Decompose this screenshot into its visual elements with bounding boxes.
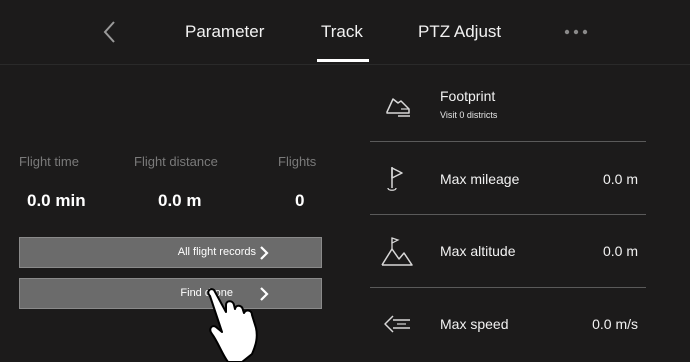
flight-time-value: 0.0 min	[27, 191, 86, 210]
tab-parameter[interactable]: Parameter	[185, 22, 264, 42]
tab-ptz-adjust[interactable]: PTZ Adjust	[418, 22, 501, 42]
footprint-subtitle: Visit 0 districts	[440, 110, 498, 120]
chevron-left-icon[interactable]	[100, 19, 118, 45]
max-speed-row[interactable]: Max speed 0.0 m/s	[370, 288, 646, 362]
max-altitude-label: Max altitude	[440, 243, 516, 259]
flight-distance-label: Flight distance	[134, 154, 218, 169]
top-navigation: Parameter Track PTZ Adjust	[0, 0, 690, 64]
max-altitude-row[interactable]: Max altitude 0.0 m	[370, 215, 646, 287]
max-mileage-value: 0.0 m	[602, 171, 638, 187]
all-flight-records-label: All flight records	[177, 246, 256, 258]
mountain-icon	[381, 237, 413, 266]
find-drone-button[interactable]: Find drone	[19, 278, 322, 309]
max-altitude-value: 0.0 m	[602, 243, 638, 259]
flight-time-label: Flight time	[19, 154, 79, 169]
flight-distance-value: 0.0 m	[158, 191, 202, 210]
chevron-right-icon	[260, 246, 269, 260]
footprint-row[interactable]: Footprint Visit 0 districts	[370, 84, 646, 140]
flag-icon	[387, 167, 403, 191]
shoe-icon	[386, 98, 410, 117]
max-mileage-row[interactable]: Max mileage 0.0 m	[370, 142, 646, 214]
footprint-label: Footprint	[440, 88, 496, 104]
all-flight-records-button[interactable]: All flight records	[19, 237, 322, 268]
tab-track[interactable]: Track	[321, 22, 363, 42]
flights-label: Flights	[278, 154, 317, 169]
max-speed-value: 0.0 m/s	[592, 316, 638, 332]
header-divider	[0, 64, 690, 65]
active-tab-indicator	[317, 59, 369, 62]
pointing-hand-icon	[207, 288, 258, 362]
max-speed-label: Max speed	[440, 316, 509, 332]
flights-value: 0	[295, 191, 305, 210]
more-horizontal-icon[interactable]	[562, 27, 592, 37]
max-mileage-label: Max mileage	[440, 171, 520, 187]
speed-arrow-icon	[384, 315, 410, 333]
